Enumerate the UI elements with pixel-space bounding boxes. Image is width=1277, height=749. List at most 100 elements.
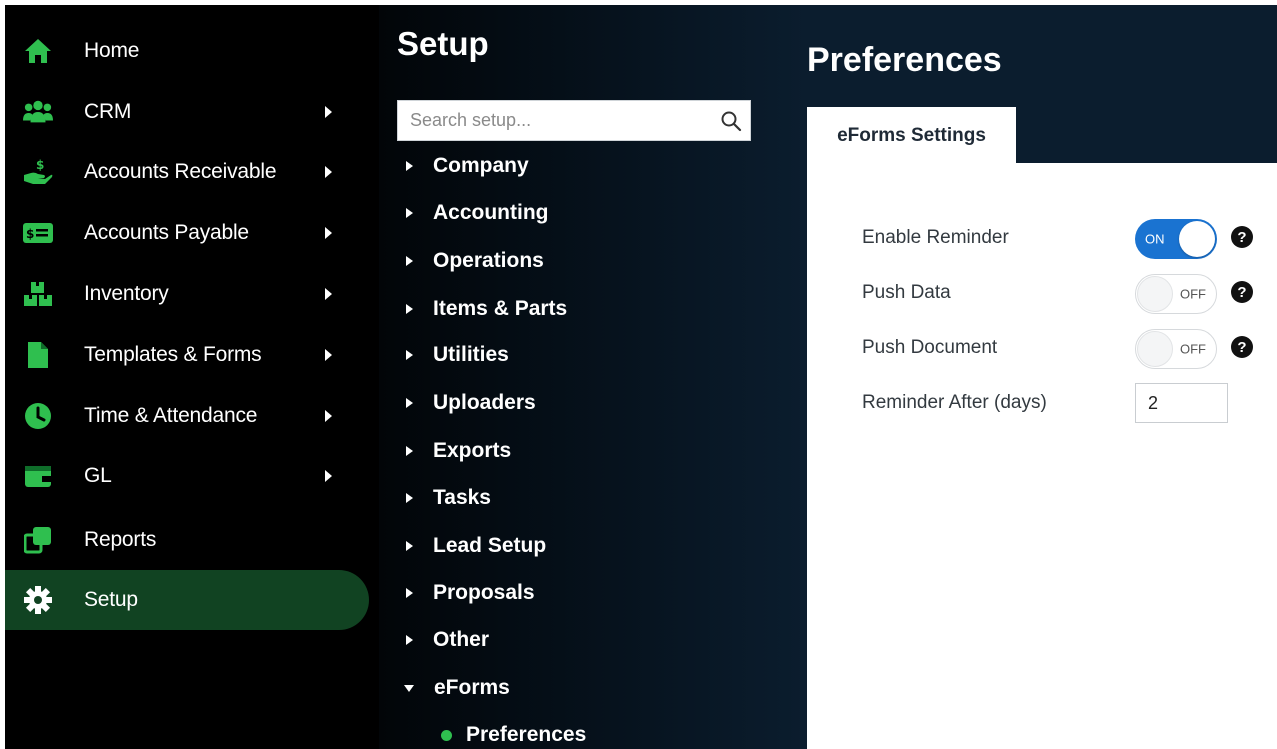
sidebar-item-label: Time & Attendance xyxy=(84,404,258,427)
sidebar-item-label: Accounts Payable xyxy=(84,221,249,244)
sidebar-item-label: CRM xyxy=(84,100,132,123)
sidebar-item-label: Home xyxy=(84,39,140,62)
sidebar-item-templates-forms[interactable]: Templates & Forms xyxy=(5,325,369,385)
caret-right-icon xyxy=(325,470,332,482)
caret-right-icon xyxy=(325,410,332,422)
tree-item-label: Lead Setup xyxy=(433,534,547,557)
caret-right-icon xyxy=(325,288,332,300)
caret-right-icon xyxy=(406,304,413,314)
users-icon xyxy=(23,98,53,126)
tree-item-label: Items & Parts xyxy=(433,297,568,320)
help-icon[interactable]: ? xyxy=(1231,336,1253,358)
preferences-header: Preferences eForms Settings xyxy=(807,5,1277,164)
wallet-icon xyxy=(23,462,53,490)
push-data-toggle[interactable]: OFF xyxy=(1135,274,1217,314)
tab-eforms-settings[interactable]: eForms Settings xyxy=(807,107,1016,164)
selected-dot-icon xyxy=(441,729,452,741)
page-title: Preferences xyxy=(807,41,1002,79)
sidebar-item-crm[interactable]: CRM xyxy=(5,82,369,142)
boxes-icon xyxy=(23,280,53,308)
tree-item-eforms[interactable]: eForms xyxy=(403,673,510,703)
caret-right-icon xyxy=(406,446,413,456)
enable-reminder-toggle[interactable]: ON xyxy=(1135,219,1217,259)
tree-item-lead-setup[interactable]: Lead Setup xyxy=(403,531,546,561)
sidebar-item-time-attendance[interactable]: Time & Attendance xyxy=(5,386,369,446)
main-sidebar: Home CRM $ Accounts Receivable $ Account… xyxy=(5,5,379,749)
push-document-toggle[interactable]: OFF xyxy=(1135,329,1217,369)
setup-title: Setup xyxy=(397,25,489,62)
tree-item-other[interactable]: Other xyxy=(403,625,489,655)
sidebar-item-label: Setup xyxy=(84,588,138,611)
gear-icon xyxy=(23,586,53,614)
sidebar-item-home[interactable]: Home xyxy=(5,21,369,81)
tree-item-items-parts[interactable]: Items & Parts xyxy=(403,294,567,324)
sidebar-item-inventory[interactable]: Inventory xyxy=(5,264,369,324)
tree-item-label: eForms xyxy=(434,676,510,699)
enable-reminder-label: Enable Reminder xyxy=(862,227,1009,248)
tree-item-label: Tasks xyxy=(433,486,491,509)
toggle-knob xyxy=(1179,221,1215,257)
push-data-label: Push Data xyxy=(862,282,951,303)
tree-subitem-label: Preferences xyxy=(466,723,587,746)
money-bill-icon: $ xyxy=(23,219,53,247)
toggle-state-text: ON xyxy=(1145,231,1165,247)
app-frame: Home CRM $ Accounts Receivable $ Account… xyxy=(5,5,1277,749)
sidebar-item-label: Accounts Receivable xyxy=(84,160,277,183)
sidebar-item-accounts-payable[interactable]: $ Accounts Payable xyxy=(5,203,369,263)
toggle-state-text: OFF xyxy=(1180,341,1206,357)
help-icon[interactable]: ? xyxy=(1231,281,1253,303)
caret-right-icon xyxy=(406,208,413,218)
sidebar-item-accounts-receivable[interactable]: $ Accounts Receivable xyxy=(5,142,369,202)
tree-item-label: Utilities xyxy=(433,343,509,366)
tree-item-label: Accounting xyxy=(433,201,549,224)
tree-item-company[interactable]: Company xyxy=(403,151,529,181)
clock-icon xyxy=(23,402,53,430)
tree-subitem-preferences[interactable]: Preferences xyxy=(441,720,586,749)
tree-item-exports[interactable]: Exports xyxy=(403,436,511,466)
sidebar-item-label: Templates & Forms xyxy=(84,343,262,366)
tree-item-accounting[interactable]: Accounting xyxy=(403,198,549,228)
caret-down-icon xyxy=(404,684,414,692)
tree-item-label: Uploaders xyxy=(433,391,536,414)
tree-item-proposals[interactable]: Proposals xyxy=(403,578,535,608)
tree-item-operations[interactable]: Operations xyxy=(403,246,544,276)
setup-search-box xyxy=(397,100,751,141)
caret-right-icon xyxy=(406,493,413,503)
toggle-state-text: OFF xyxy=(1180,286,1206,302)
tree-item-label: Operations xyxy=(433,249,544,272)
sidebar-item-setup[interactable]: Setup xyxy=(5,570,369,630)
tree-item-label: Proposals xyxy=(433,581,535,604)
push-document-label: Push Document xyxy=(862,337,998,358)
copy-icon xyxy=(23,526,53,554)
sidebar-item-reports[interactable]: Reports xyxy=(5,510,369,570)
caret-right-icon xyxy=(325,166,332,178)
sidebar-item-label: GL xyxy=(84,464,112,487)
tree-item-label: Exports xyxy=(433,439,512,462)
caret-right-icon xyxy=(406,161,413,171)
caret-right-icon xyxy=(325,349,332,361)
sidebar-item-label: Reports xyxy=(84,528,157,551)
caret-right-icon xyxy=(325,106,332,118)
toggle-knob xyxy=(1137,276,1173,312)
search-input[interactable] xyxy=(398,101,708,140)
caret-right-icon xyxy=(406,541,413,551)
sidebar-item-label: Inventory xyxy=(84,282,169,305)
tree-item-utilities[interactable]: Utilities xyxy=(403,340,509,370)
help-icon[interactable]: ? xyxy=(1231,226,1253,248)
tree-item-tasks[interactable]: Tasks xyxy=(403,483,491,513)
home-icon xyxy=(23,37,53,65)
caret-right-icon xyxy=(325,227,332,239)
hand-dollar-icon: $ xyxy=(23,158,53,186)
tree-item-uploaders[interactable]: Uploaders xyxy=(403,388,536,418)
tree-item-label: Other xyxy=(433,628,490,651)
file-icon xyxy=(23,341,53,369)
svg-text:$: $ xyxy=(26,227,34,241)
caret-right-icon xyxy=(406,588,413,598)
setup-panel: Setup Company Accounting Operations Item… xyxy=(379,5,807,749)
reminder-days-input[interactable] xyxy=(1135,383,1228,423)
search-icon[interactable] xyxy=(720,110,742,132)
toggle-knob xyxy=(1137,331,1173,367)
reminder-after-label: Reminder After (days) xyxy=(862,392,1047,413)
sidebar-item-gl[interactable]: GL xyxy=(5,446,369,506)
tree-item-label: Company xyxy=(433,154,529,177)
